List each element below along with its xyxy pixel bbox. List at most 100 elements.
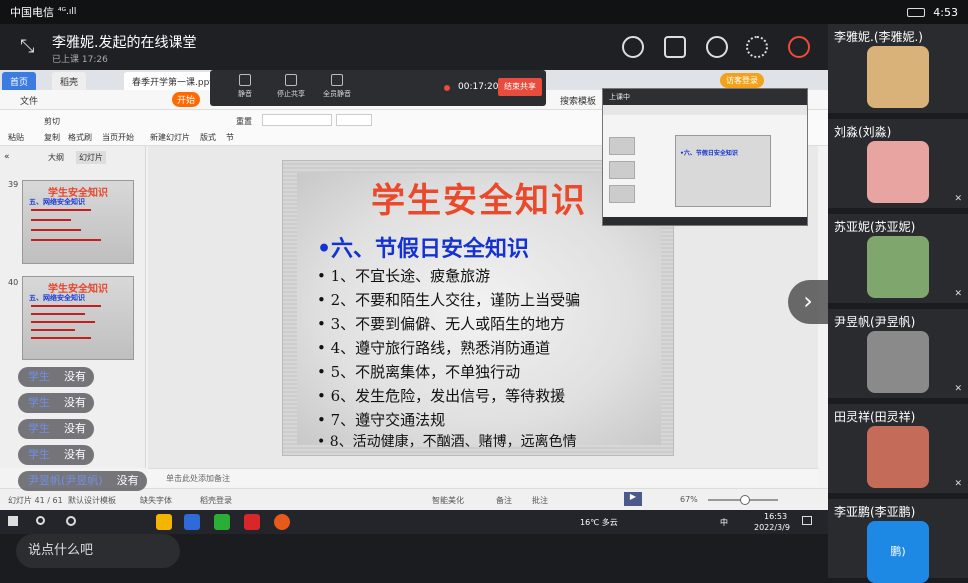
- chat-message: 学生 没有: [18, 393, 94, 413]
- participant-tile[interactable]: 苏亚妮(苏亚妮) ✕: [828, 214, 968, 306]
- participant-tile[interactable]: 李雅妮.(李雅妮.): [828, 24, 968, 116]
- battery-icon: [907, 7, 926, 17]
- tab-slides[interactable]: 幻灯片: [76, 151, 106, 164]
- cortana-icon[interactable]: [66, 516, 76, 526]
- missing-font-button[interactable]: 缺失字体: [140, 495, 172, 506]
- comments-button[interactable]: 批注: [532, 495, 548, 506]
- collapse-pane-icon[interactable]: «: [4, 152, 10, 162]
- app-icon[interactable]: [184, 514, 200, 530]
- font-select[interactable]: [262, 114, 332, 126]
- cut-button[interactable]: 剪切: [44, 116, 60, 127]
- class-preview-window[interactable]: 上课中 •六、节假日安全知识: [602, 88, 808, 226]
- app-icon[interactable]: [274, 514, 290, 530]
- slide-thumbnail[interactable]: 学生安全知识 五、网络安全知识: [22, 180, 134, 264]
- menu-template-search[interactable]: 搜索模板: [560, 94, 596, 107]
- preview-taskbar: [603, 217, 807, 225]
- tab-home[interactable]: 首页: [2, 72, 37, 90]
- format-painter-button[interactable]: 格式刷: [68, 132, 92, 143]
- end-share-button[interactable]: 结束共享: [498, 78, 542, 96]
- participant-tile[interactable]: 李亚鹏(李亚鹏) 鹏): [828, 499, 968, 583]
- participant-tile[interactable]: 田灵祥(田灵祥) ✕: [828, 404, 968, 496]
- paste-button[interactable]: 粘贴: [8, 132, 24, 143]
- chat-icon[interactable]: [622, 36, 644, 58]
- notes-toggle-button[interactable]: 备注: [496, 495, 512, 506]
- mute-all-button[interactable]: 全员静音: [320, 74, 354, 99]
- menu-start[interactable]: 开始: [172, 92, 201, 107]
- section-button[interactable]: 节: [226, 132, 234, 143]
- collapse-icon[interactable]: ⤡: [20, 36, 34, 57]
- gear-icon[interactable]: [746, 36, 768, 58]
- power-icon[interactable]: [788, 36, 810, 58]
- reset-button[interactable]: 重置: [236, 116, 252, 127]
- share-timer: 00:17:20: [458, 82, 499, 92]
- person-icon[interactable]: [706, 36, 728, 58]
- thumb-subtitle: 五、网络安全知识: [29, 198, 85, 206]
- mic-muted-icon: ✕: [954, 384, 962, 394]
- participant-name: 李亚鹏(李亚鹏): [834, 505, 916, 519]
- preview-toolbar: [603, 105, 807, 115]
- notes-placeholder: 单击此处添加备注: [166, 474, 230, 483]
- slide-bullet: • 3、不要到偏僻、无人或陌生的地方: [317, 315, 566, 333]
- chat-message: 学生 没有: [18, 445, 94, 465]
- chat-input[interactable]: 说点什么吧: [16, 534, 180, 568]
- smart-beautify-button[interactable]: 智能美化: [432, 495, 464, 506]
- thumb-number: 39: [8, 180, 19, 189]
- layout-button[interactable]: 版式: [200, 132, 216, 143]
- slide-thumbnail[interactable]: 学生安全知识 五、网络安全知识: [22, 276, 134, 360]
- windows-start-icon[interactable]: [8, 516, 18, 526]
- notes-area[interactable]: 单击此处添加备注: [148, 468, 818, 486]
- participant-tile[interactable]: 尹昱帆(尹昱帆) ✕: [828, 309, 968, 401]
- copy-button[interactable]: 复制: [44, 132, 60, 143]
- preview-title: 上课中: [609, 93, 630, 101]
- app-icon[interactable]: [156, 514, 172, 530]
- raise-hand-icon[interactable]: [664, 36, 686, 58]
- zoom-slider[interactable]: [708, 495, 778, 505]
- new-slide-button[interactable]: 新建幻灯片: [150, 132, 190, 143]
- chat-sender: 学生: [28, 448, 50, 461]
- chat-message: 学生 没有: [18, 367, 94, 387]
- wechat-icon[interactable]: [214, 514, 230, 530]
- slide-bullet: • 5、不脱离集体，不单独行动: [317, 363, 521, 381]
- play-current-button[interactable]: 当页开始: [102, 132, 134, 143]
- tab-docer[interactable]: 稻壳: [52, 72, 87, 90]
- participant-name: 苏亚妮(苏亚妮): [834, 220, 916, 234]
- zoom-slider-thumb[interactable]: [740, 495, 750, 505]
- notification-icon[interactable]: [802, 516, 812, 525]
- font-size-select[interactable]: [336, 114, 372, 126]
- mic-muted-icon: ✕: [954, 289, 962, 299]
- participant-name: 尹昱帆(尹昱帆): [834, 315, 916, 329]
- chat-input-placeholder: 说点什么吧: [28, 543, 94, 558]
- classroom-title: 李雅妮.发起的在线课堂: [52, 35, 197, 51]
- slide-bullet: • 7、遵守交通法规: [317, 411, 446, 429]
- search-icon[interactable]: [36, 516, 45, 525]
- tab-outline[interactable]: 大纲: [48, 152, 64, 163]
- ime-label[interactable]: 中: [720, 517, 728, 528]
- theme-label: 默认设计模板: [68, 496, 116, 505]
- chat-sender: 学生: [28, 422, 50, 435]
- screen-icon: [285, 74, 297, 86]
- wps-icon[interactable]: [244, 514, 260, 530]
- mute-button[interactable]: 静音: [228, 74, 262, 99]
- chat-text: 没有: [64, 370, 86, 383]
- clock: 4:53: [933, 5, 958, 19]
- slide-bullet: • 8、活动健康，不酗酒、赌博，远离色情: [317, 434, 577, 450]
- menu-file[interactable]: 文件: [20, 94, 38, 107]
- classroom-header: ⤡ 李雅妮.发起的在线课堂 已上课 17:26: [0, 24, 828, 70]
- thumb-number: 40: [8, 278, 19, 287]
- taskbar-time: 16:53: [764, 512, 788, 521]
- participant-tile[interactable]: 刘淼(刘淼) ✕: [828, 119, 968, 211]
- mic-off-icon: [331, 74, 343, 86]
- class-elapsed: 已上课 17:26: [52, 55, 108, 65]
- next-slide-button[interactable]: ›: [788, 280, 828, 324]
- play-slideshow-button[interactable]: ▶: [624, 492, 642, 506]
- stop-share-button[interactable]: 停止共享: [274, 74, 308, 99]
- slide-bullet: • 1、不宜长途、疲惫旅游: [317, 267, 491, 285]
- avatar: [867, 426, 929, 488]
- slide-bullet: • 4、遵守旅行路线，熟悉消防通道: [317, 339, 551, 357]
- signal-icon: ⁴ᴳ.ıll: [58, 7, 77, 17]
- docer-login-button[interactable]: 稻壳登录: [200, 495, 232, 506]
- preview-slide-subtitle: •六、节假日安全知识: [680, 150, 738, 157]
- chat-text: 没有: [64, 396, 86, 409]
- login-button[interactable]: 访客登录: [720, 73, 764, 88]
- wps-status-bar: 幻灯片 41 / 61 默认设计模板 缺失字体 稻壳登录 智能美化 备注 批注 …: [0, 488, 828, 510]
